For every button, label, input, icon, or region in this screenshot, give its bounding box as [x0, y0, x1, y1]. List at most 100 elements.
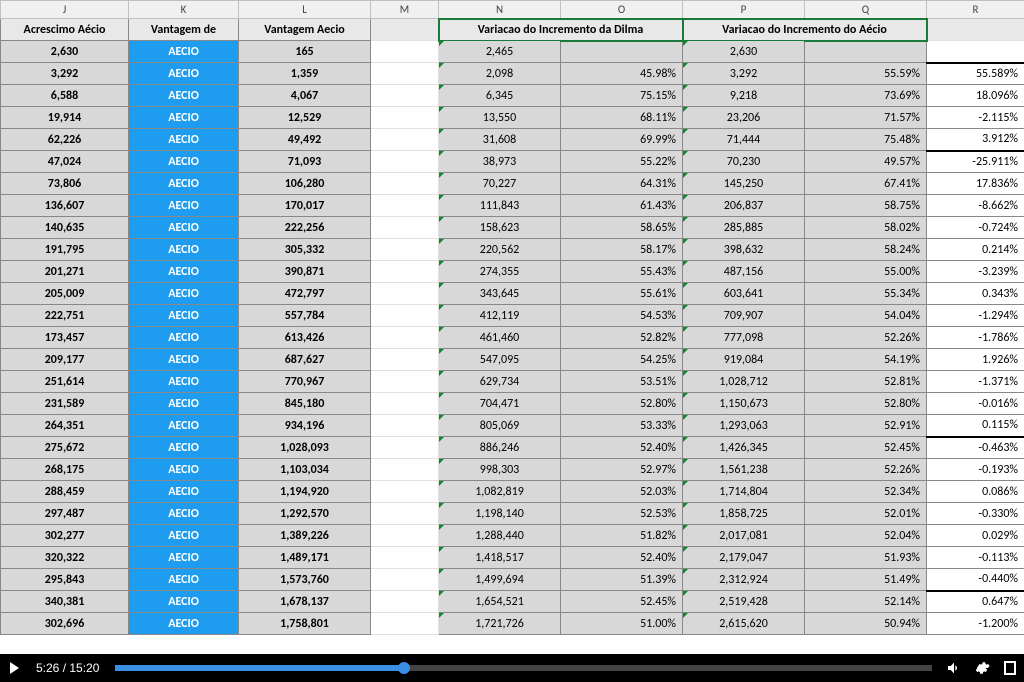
cell-acrescimo-aecio[interactable]: 47,024 — [1, 151, 129, 173]
cell-vantagem-aecio[interactable]: 390,871 — [239, 261, 371, 283]
cell-r-pct[interactable]: -8.662% — [927, 195, 1024, 217]
col-header-R[interactable]: R — [927, 1, 1024, 19]
cell-r-pct[interactable]: 17.836% — [927, 173, 1024, 195]
cell-aecio-pct[interactable]: 58.02% — [805, 217, 927, 239]
cell-dilma-value[interactable]: 412,119 — [439, 305, 561, 327]
cell-vantagem-aecio[interactable]: 49,492 — [239, 129, 371, 151]
cell-acrescimo-aecio[interactable]: 2,630 — [1, 41, 129, 63]
cell-blank[interactable] — [371, 547, 439, 569]
cell-dilma-pct[interactable]: 52.97% — [561, 459, 683, 481]
cell-blank[interactable] — [371, 525, 439, 547]
cell-acrescimo-aecio[interactable]: 340,381 — [1, 591, 129, 613]
cell-vantagem-de[interactable]: AECIO — [129, 261, 239, 283]
cell-aecio-value[interactable]: 285,885 — [683, 217, 805, 239]
cell-acrescimo-aecio[interactable]: 205,009 — [1, 283, 129, 305]
cell-aecio-pct[interactable]: 71.57% — [805, 107, 927, 129]
cell-aecio-value[interactable]: 398,632 — [683, 239, 805, 261]
cell-aecio-pct[interactable]: 51.49% — [805, 569, 927, 591]
cell-vantagem-aecio[interactable]: 1,678,137 — [239, 591, 371, 613]
cell-aecio-pct[interactable]: 55.00% — [805, 261, 927, 283]
cell-aecio-pct[interactable]: 73.69% — [805, 85, 927, 107]
cell-r-pct[interactable]: 1.926% — [927, 349, 1024, 371]
cell-vantagem-de[interactable]: AECIO — [129, 415, 239, 437]
cell-aecio-pct[interactable]: 52.26% — [805, 327, 927, 349]
cell-blank[interactable] — [371, 349, 439, 371]
cell-vantagem-aecio[interactable]: 1,359 — [239, 63, 371, 85]
header-vantagem-aecio[interactable]: Vantagem Aecio — [239, 19, 371, 41]
cell-vantagem-de[interactable]: AECIO — [129, 41, 239, 63]
cell-vantagem-de[interactable]: AECIO — [129, 239, 239, 261]
cell-vantagem-aecio[interactable]: 1,489,171 — [239, 547, 371, 569]
cell-dilma-pct[interactable]: 52.40% — [561, 547, 683, 569]
cell-blank[interactable] — [371, 217, 439, 239]
cell-dilma-pct[interactable]: 53.51% — [561, 371, 683, 393]
cell-dilma-value[interactable]: 13,550 — [439, 107, 561, 129]
cell-dilma-pct[interactable]: 61.43% — [561, 195, 683, 217]
cell-acrescimo-aecio[interactable]: 191,795 — [1, 239, 129, 261]
cell-dilma-pct[interactable]: 55.43% — [561, 261, 683, 283]
cell-r-pct[interactable]: 0.343% — [927, 283, 1024, 305]
cell-aecio-value[interactable]: 1,714,804 — [683, 481, 805, 503]
cell-aecio-value[interactable]: 3,292 — [683, 63, 805, 85]
cell-vantagem-de[interactable]: AECIO — [129, 85, 239, 107]
cell-acrescimo-aecio[interactable]: 297,487 — [1, 503, 129, 525]
cell-aecio-pct[interactable]: 51.93% — [805, 547, 927, 569]
cell-dilma-pct[interactable]: 69.99% — [561, 129, 683, 151]
cell-blank[interactable] — [371, 63, 439, 85]
cell-blank[interactable] — [371, 283, 439, 305]
cell-vantagem-aecio[interactable]: 1,194,920 — [239, 481, 371, 503]
volume-button[interactable] — [940, 654, 968, 682]
cell-dilma-value[interactable]: 6,345 — [439, 85, 561, 107]
cell-acrescimo-aecio[interactable]: 231,589 — [1, 393, 129, 415]
cell-vantagem-de[interactable]: AECIO — [129, 591, 239, 613]
cell-blank[interactable] — [371, 195, 439, 217]
cell-aecio-pct[interactable] — [805, 41, 927, 63]
cell-vantagem-aecio[interactable]: 1,389,226 — [239, 525, 371, 547]
cell-r-pct[interactable]: 0.029% — [927, 525, 1024, 547]
progress-bar[interactable] — [115, 665, 932, 671]
cell-acrescimo-aecio[interactable]: 3,292 — [1, 63, 129, 85]
cell-r-pct[interactable]: -1.786% — [927, 327, 1024, 349]
cell-blank[interactable] — [371, 371, 439, 393]
cell-vantagem-de[interactable]: AECIO — [129, 569, 239, 591]
cell-vantagem-de[interactable]: AECIO — [129, 371, 239, 393]
header-acrescimo-aecio[interactable]: Acrescimo Aécio — [1, 19, 129, 41]
cell-r-pct[interactable]: -0.724% — [927, 217, 1024, 239]
cell-dilma-value[interactable]: 2,098 — [439, 63, 561, 85]
play-button[interactable] — [0, 654, 28, 682]
cell-r-pct[interactable]: -0.193% — [927, 459, 1024, 481]
cell-aecio-pct[interactable]: 54.19% — [805, 349, 927, 371]
cell-dilma-value[interactable]: 31,608 — [439, 129, 561, 151]
cell-vantagem-aecio[interactable]: 687,627 — [239, 349, 371, 371]
cell-acrescimo-aecio[interactable]: 264,351 — [1, 415, 129, 437]
cell-blank[interactable] — [371, 239, 439, 261]
cell-aecio-pct[interactable]: 49.57% — [805, 151, 927, 173]
cell-blank[interactable] — [371, 591, 439, 613]
cell-aecio-value[interactable]: 2,615,620 — [683, 613, 805, 635]
cell-r-pct[interactable]: -0.113% — [927, 547, 1024, 569]
cell-vantagem-aecio[interactable]: 1,028,093 — [239, 437, 371, 459]
cell-dilma-value[interactable]: 1,499,694 — [439, 569, 561, 591]
cell-aecio-value[interactable]: 23,206 — [683, 107, 805, 129]
cell-vantagem-de[interactable]: AECIO — [129, 283, 239, 305]
cell-aecio-pct[interactable]: 52.45% — [805, 437, 927, 459]
cell-aecio-pct[interactable]: 50.94% — [805, 613, 927, 635]
cell-aecio-value[interactable]: 2,630 — [683, 41, 805, 63]
cell-dilma-value[interactable]: 998,303 — [439, 459, 561, 481]
cell-dilma-value[interactable]: 1,654,521 — [439, 591, 561, 613]
cell-dilma-pct[interactable]: 54.53% — [561, 305, 683, 327]
cell-blank[interactable] — [371, 327, 439, 349]
cell-blank[interactable] — [371, 613, 439, 635]
cell-acrescimo-aecio[interactable]: 275,672 — [1, 437, 129, 459]
cell-blank[interactable] — [371, 415, 439, 437]
cell-acrescimo-aecio[interactable]: 136,607 — [1, 195, 129, 217]
cell-aecio-pct[interactable]: 52.26% — [805, 459, 927, 481]
cell-dilma-value[interactable]: 1,721,726 — [439, 613, 561, 635]
cell-aecio-pct[interactable]: 55.59% — [805, 63, 927, 85]
cell-aecio-pct[interactable]: 58.24% — [805, 239, 927, 261]
cell-r-pct[interactable]: 0.086% — [927, 481, 1024, 503]
cell-vantagem-aecio[interactable]: 1,292,570 — [239, 503, 371, 525]
cell-aecio-value[interactable]: 919,084 — [683, 349, 805, 371]
cell-dilma-pct[interactable]: 58.65% — [561, 217, 683, 239]
cell-acrescimo-aecio[interactable]: 62,226 — [1, 129, 129, 151]
